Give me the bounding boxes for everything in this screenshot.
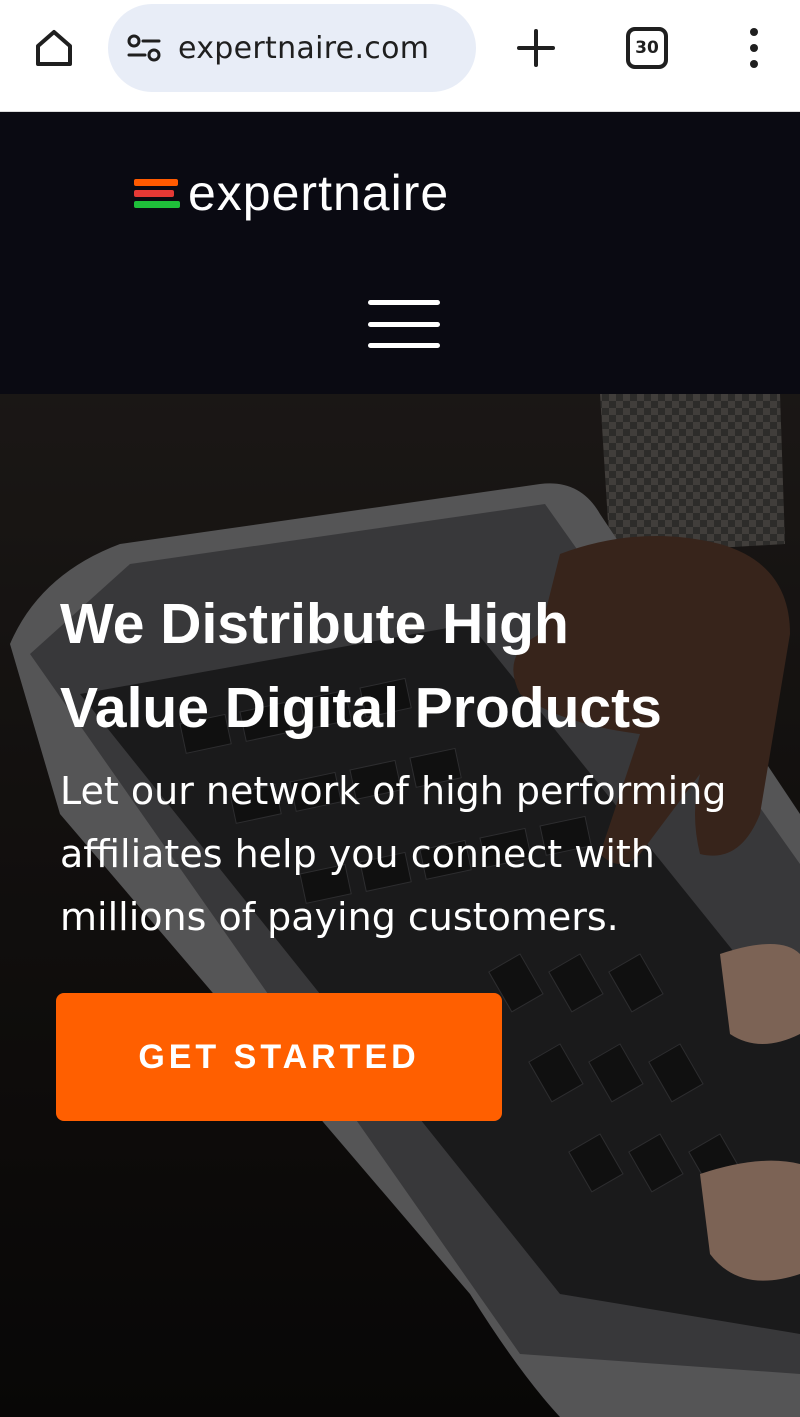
logo-mark bbox=[134, 175, 182, 211]
hero-title-line-2: Value Digital Products bbox=[60, 676, 662, 740]
hero-title: We Distribute High Value Digital Product… bbox=[60, 582, 760, 750]
site-settings-icon[interactable] bbox=[124, 28, 164, 68]
get-started-button[interactable]: GET STARTED bbox=[56, 993, 502, 1121]
hero-title-line-1: We Distribute High bbox=[60, 592, 569, 656]
hamburger-icon[interactable] bbox=[366, 298, 442, 350]
url-text: expertnaire.com bbox=[178, 30, 430, 66]
browser-toolbar: expertnaire.com 30 bbox=[0, 0, 800, 112]
home-icon[interactable] bbox=[28, 22, 80, 74]
address-bar[interactable]: expertnaire.com bbox=[108, 4, 476, 92]
tab-switcher-button[interactable]: 30 bbox=[626, 27, 668, 69]
more-vert-icon[interactable] bbox=[734, 24, 774, 72]
hero-section: We Distribute High Value Digital Product… bbox=[0, 394, 800, 1417]
hero-subtitle: Let our network of high performing affil… bbox=[60, 769, 727, 939]
logo-text: expertnaire bbox=[188, 165, 450, 221]
site-header: expertnaire bbox=[0, 112, 800, 394]
site-logo[interactable]: expertnaire bbox=[134, 168, 449, 218]
plus-icon[interactable] bbox=[512, 24, 560, 72]
